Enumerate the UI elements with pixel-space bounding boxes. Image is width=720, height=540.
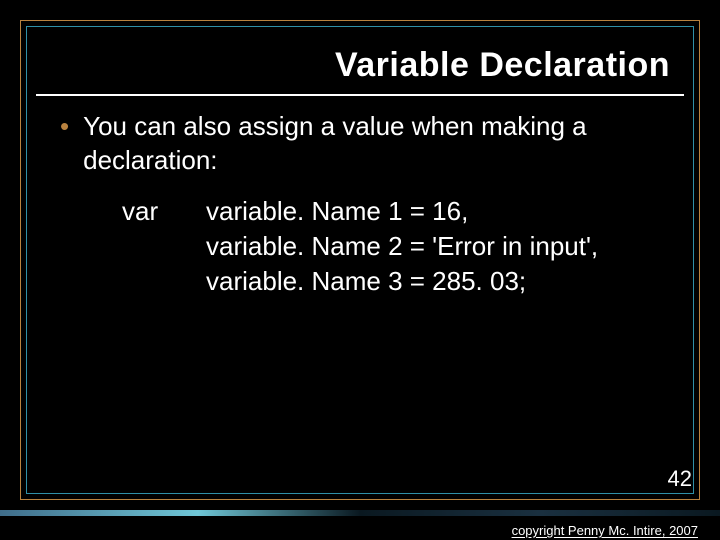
content-area: • You can also assign a value when makin… bbox=[60, 110, 670, 299]
code-text-1: variable. Name 1 = 16, bbox=[206, 194, 468, 229]
copyright-text: copyright Penny Mc. Intire, 2007 bbox=[512, 523, 698, 538]
code-line-2: variable. Name 2 = 'Error in input', bbox=[122, 229, 670, 264]
footer-gradient-right bbox=[360, 510, 720, 516]
bullet-item: • You can also assign a value when makin… bbox=[60, 110, 670, 178]
code-line-3: variable. Name 3 = 285. 03; bbox=[122, 264, 670, 299]
code-indent bbox=[122, 264, 206, 299]
slide-title: Variable Declaration bbox=[335, 46, 670, 85]
title-underline bbox=[36, 94, 684, 96]
slide: Variable Declaration • You can also assi… bbox=[0, 0, 720, 540]
bullet-dot-icon: • bbox=[60, 110, 69, 144]
code-text-2: variable. Name 2 = 'Error in input', bbox=[206, 229, 598, 264]
code-text-3: variable. Name 3 = 285. 03; bbox=[206, 264, 526, 299]
slide-number: 42 bbox=[668, 466, 692, 492]
code-keyword: var bbox=[122, 194, 206, 229]
code-indent bbox=[122, 229, 206, 264]
code-line-1: var variable. Name 1 = 16, bbox=[122, 194, 670, 229]
code-block: var variable. Name 1 = 16, variable. Nam… bbox=[122, 194, 670, 299]
bullet-text: You can also assign a value when making … bbox=[83, 110, 670, 178]
footer-gradient-left bbox=[0, 510, 360, 516]
